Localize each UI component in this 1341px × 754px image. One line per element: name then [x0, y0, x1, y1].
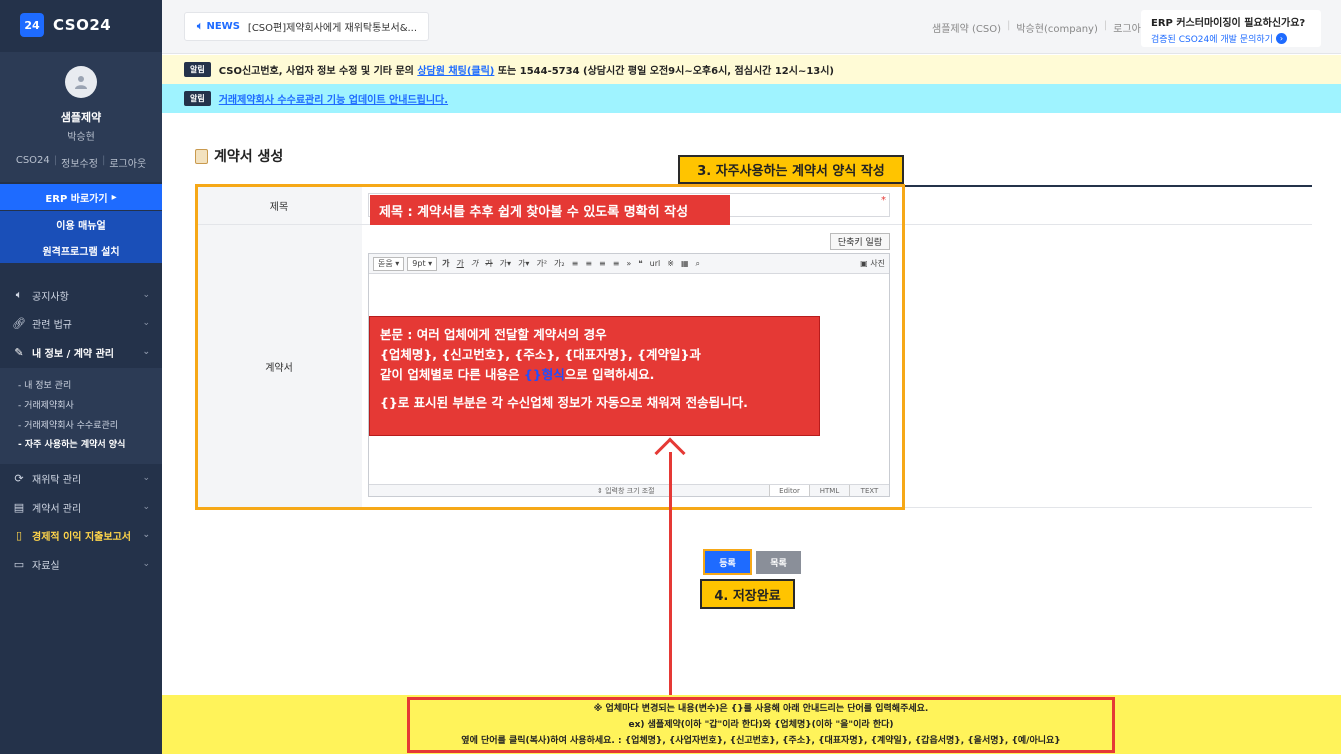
separator: | — [101, 155, 106, 166]
variable-guide: ※ 업체마다 변경되는 내용(변수)은 {}를 사용해 아래 안내드리는 단어를… — [407, 697, 1115, 753]
sidebar-item-label: 관련 법규 — [32, 319, 72, 331]
chevron-down-icon: ⌄ — [142, 473, 150, 483]
sidebar-item-notice[interactable]: 🔈︎ 공지사항 ⌄ — [0, 281, 162, 309]
sidebar-item-label: 공지사항 — [32, 291, 69, 303]
annotation-body-note: 본문 : 여러 업체에게 전달할 계약서의 경우 {업체명}, {신고번호}, … — [369, 316, 820, 436]
caret-right-icon: ▸ — [111, 191, 117, 203]
document-icon: ▤ — [13, 500, 25, 514]
chevron-down-icon: ⌄ — [142, 290, 150, 300]
guide-line-1: ※ 업체마다 변경되는 내용(변수)은 {}를 사용해 아래 안내드리는 단어를… — [593, 704, 929, 714]
profile-panel: 샘플제약 박승현 CSO24 | 정보수정 | 로그아웃 — [0, 52, 162, 182]
annotation-title-note: 제목 : 계약서를 추후 쉽게 찾아볼 수 있도록 명확히 작성 — [370, 195, 730, 225]
manual-button[interactable]: 이용 매뉴얼 — [0, 211, 162, 237]
erp-promo-link[interactable]: 검증된 CSO24에 개발 문의하기 › — [1151, 32, 1311, 45]
sidebar-item-law[interactable]: 🔗︎ 관련 법규 ⌄ — [0, 309, 162, 337]
archive-icon: ▭ — [13, 557, 25, 571]
profile-links: CSO24 | 정보수정 | 로그아웃 — [0, 155, 162, 170]
sidebar-item-label: 재위탁 관리 — [32, 474, 82, 486]
sidebar-item-label: 경제적 이익 지출보고서 — [32, 531, 131, 543]
separator: | — [53, 155, 58, 166]
news-label: 🔈︎ NEWS — [197, 21, 240, 32]
profile-link-logout[interactable]: 로그아웃 — [109, 155, 146, 170]
link-icon: 🔗︎ — [12, 316, 26, 330]
erp-button[interactable]: ERP 바로가기 ▸ — [0, 184, 162, 210]
guide-line-3[interactable]: 옆에 단어를 클릭(복사)하여 사용하세요. : {업체명}, {사업자번호},… — [461, 733, 1060, 749]
org-name: 샘플제약 — [60, 111, 102, 124]
chevron-down-icon: ⌄ — [142, 502, 150, 512]
speaker-icon: 🔈︎ — [15, 288, 23, 301]
separator: | — [1103, 20, 1108, 31]
sidebar-item-label: 자료실 — [32, 560, 60, 572]
remote-program-button[interactable]: 원격프로그램 설치 — [0, 237, 162, 263]
sub-menu: - 내 정보 관리 - 거래제약회사 - 거래제약회사 수수료관리 - 자주 사… — [0, 368, 162, 464]
news-ticker[interactable]: 🔈︎ NEWS [CSO편]제약회사에게 재위탁통보서&... — [184, 12, 429, 41]
annotation-step3: 3. 자주사용하는 계약서 양식 작성 — [678, 155, 904, 184]
top-link-company[interactable]: 샘플제약 (CSO) — [932, 20, 1001, 35]
erp-button-label: ERP 바로가기 — [45, 193, 108, 205]
pencil-icon: ✎ — [14, 345, 24, 359]
sidebar-item-label: 내 정보 / 계약 관리 — [32, 348, 114, 360]
sidebar-item-report[interactable]: ▯ 경제적 이익 지출보고서 ⌄ — [0, 521, 162, 549]
erp-promo-link-text: 검증된 CSO24에 개발 문의하기 — [1151, 35, 1273, 45]
chevron-down-icon: ⌄ — [142, 559, 150, 569]
sidebar-item-archive[interactable]: ▭ 자료실 ⌄ — [0, 550, 162, 578]
sub-item-my-info[interactable]: - 내 정보 관리 — [18, 378, 71, 391]
page-title: 계약서 생성 — [195, 146, 283, 166]
top-header: 🔈︎ NEWS [CSO편]제약회사에게 재위탁통보서&... 샘플제약 (CS… — [162, 0, 1341, 54]
notice-tag: 알림 — [184, 91, 211, 106]
sub-item-templates[interactable]: - 자주 사용하는 계약서 양식 — [18, 437, 125, 450]
notice-bar-contact: 알림 CSO신고번호, 사업자 정보 수정 및 기타 문의 상담원 채팅(클릭)… — [162, 55, 1341, 84]
file-icon: ▯ — [15, 528, 23, 542]
erp-promo[interactable]: ERP 커스터마이징이 필요하신가요? 검증된 CSO24에 개발 문의하기 › — [1141, 10, 1321, 47]
clipboard-icon — [195, 148, 208, 164]
logo-text: CSO24 — [53, 16, 112, 34]
profile-link-cso24[interactable]: CSO24 — [16, 155, 50, 170]
notice-bar-update: 알림 거래제약회사 수수료관리 기능 업데이트 안내드립니다. — [162, 84, 1341, 113]
chevron-down-icon: ⌄ — [142, 530, 150, 540]
avatar-icon — [65, 66, 97, 98]
arrow-right-icon: › — [1275, 33, 1287, 44]
logo-badge: 24 — [20, 13, 44, 37]
profile-link-edit[interactable]: 정보수정 — [61, 155, 98, 170]
top-link-user[interactable]: 박승현(company) — [1016, 20, 1098, 35]
sidebar-item-label: 계약서 관리 — [32, 503, 82, 515]
top-links: 샘플제약 (CSO) | 박승현(company) | 로그아웃 — [932, 20, 1150, 35]
sidebar-item-my-info[interactable]: ✎ 내 정보 / 계약 관리 ⌄ — [0, 338, 162, 366]
annotation-arrow-line — [669, 452, 672, 698]
chevron-down-icon: ⌄ — [142, 347, 150, 357]
page-title-text: 계약서 생성 — [214, 149, 284, 165]
chat-link[interactable]: 상담원 채팅(클릭) — [417, 66, 494, 77]
chevron-down-icon: ⌄ — [142, 318, 150, 328]
sub-item-pharma[interactable]: - 거래제약회사 — [18, 398, 74, 411]
sidebar-item-contracts[interactable]: ▤ 계약서 관리 ⌄ — [0, 493, 162, 521]
sidebar-item-reconsign[interactable]: ⟳ 재위탁 관리 ⌄ — [0, 464, 162, 492]
news-text[interactable]: [CSO편]제약회사에게 재위탁통보서&... — [248, 19, 417, 34]
erp-promo-question: ERP 커스터마이징이 필요하신가요? — [1151, 18, 1306, 29]
separator: | — [1006, 20, 1011, 31]
user-name: 박승현 — [67, 132, 95, 143]
refresh-icon: ⟳ — [14, 471, 24, 485]
logo[interactable]: 24 CSO24 — [20, 13, 111, 37]
annotation-step4: 4. 저장완료 — [700, 579, 795, 609]
guide-line-2: ex) 샘플제약(이하 "갑"이라 한다)와 {업체명}(이하 "을"이라 한다… — [628, 720, 894, 730]
notice-tag: 알림 — [184, 62, 211, 77]
update-link[interactable]: 거래제약회사 수수료관리 기능 업데이트 안내드립니다. — [219, 91, 448, 106]
sub-item-fee[interactable]: - 거래제약회사 수수료관리 — [18, 418, 118, 431]
notice-text: CSO신고번호, 사업자 정보 수정 및 기타 문의 상담원 채팅(클릭) 또는… — [218, 66, 835, 77]
sidebar: 24 CSO24 샘플제약 박승현 CSO24 | 정보수정 | 로그아웃 ER… — [0, 0, 162, 754]
list-button[interactable]: 목록 — [756, 551, 801, 574]
save-button[interactable]: 등록 — [703, 549, 752, 575]
